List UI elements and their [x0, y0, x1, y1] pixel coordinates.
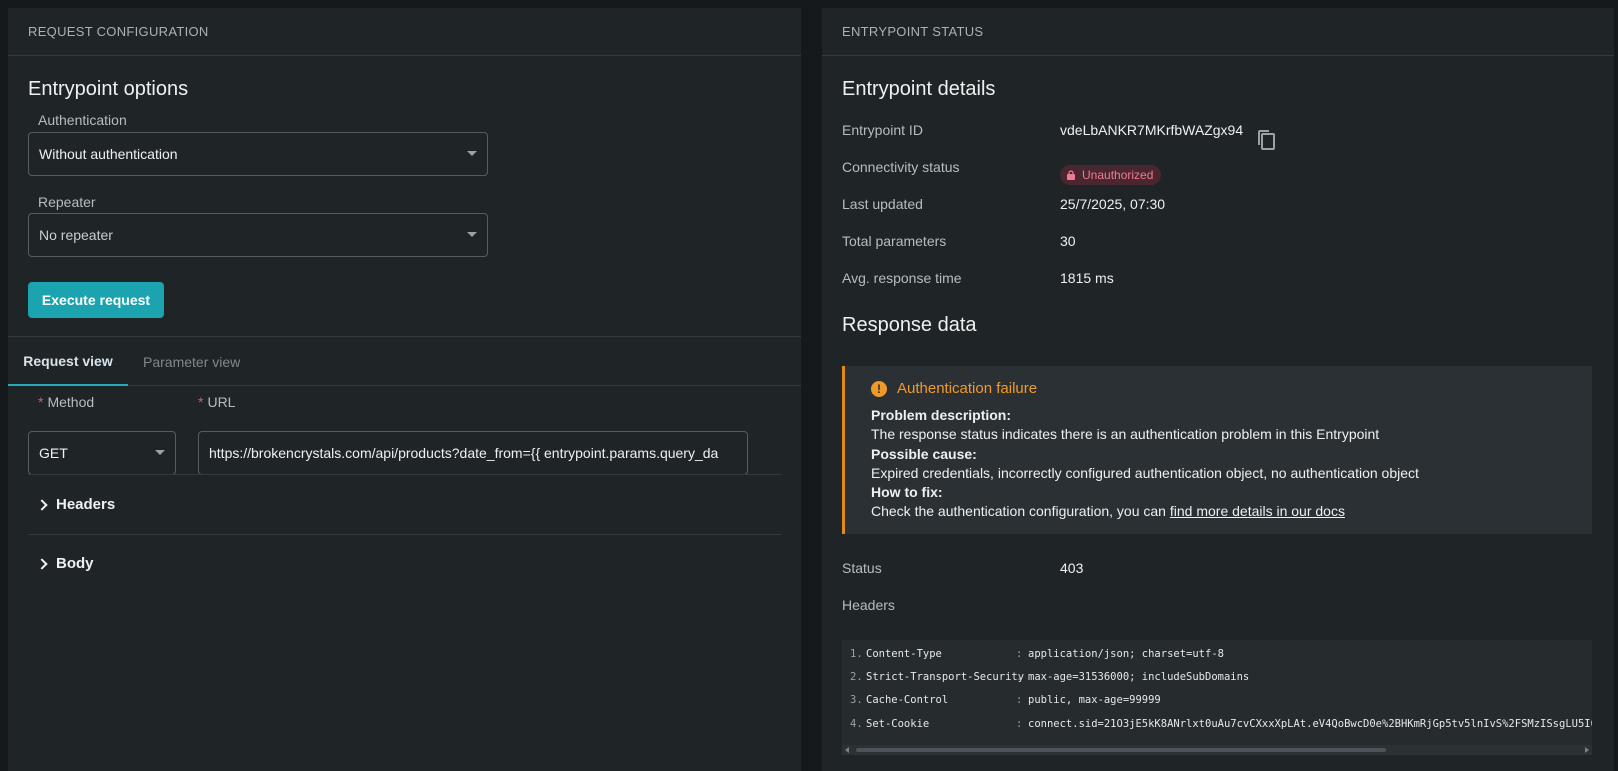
docs-link[interactable]: find more details in our docs [1170, 503, 1345, 519]
fix-line: Check the authentication configuration, … [871, 503, 1345, 519]
required-mark: * [198, 394, 204, 410]
header-value: application/json; charset=utf-8 [1028, 648, 1224, 660]
chevron-down-icon [155, 450, 165, 455]
body-section-label: Body [56, 555, 94, 572]
headers-section-label: Headers [56, 496, 116, 513]
scrollbar-thumb[interactable] [856, 748, 1386, 752]
response-headers-code[interactable]: 1. Content-Type : application/json; char… [842, 640, 1592, 755]
header-value: max-age=31536000; includeSubDomains [1028, 671, 1250, 683]
fix-text: Check the authentication configuration, … [871, 503, 1170, 519]
body-expander[interactable]: Body [36, 555, 94, 572]
method-value: GET [39, 445, 68, 461]
fix-label: How to fix: [871, 484, 943, 500]
problem-text: The response status indicates there is a… [871, 426, 1380, 442]
entrypoint-id-key: Entrypoint ID [842, 122, 923, 138]
chevron-down-icon [467, 232, 477, 237]
lock-icon [1067, 170, 1075, 180]
entrypoint-details-title: Entrypoint details [842, 78, 996, 100]
headers-label: Headers [842, 597, 895, 613]
header-row: 4. Set-Cookie : connect.sid=21O3jE5kK8AN… [850, 718, 1592, 734]
authentication-failure-alert: ! Authentication failure Problem descrip… [842, 366, 1592, 534]
problem-label: Problem description: [871, 407, 1012, 423]
divider [8, 336, 801, 337]
line-number: 4. [850, 718, 863, 730]
colon: : [1016, 648, 1023, 660]
cause-text: Expired credentials, incorrectly configu… [871, 465, 1419, 481]
repeater-value: No repeater [39, 227, 113, 243]
chevron-down-icon [467, 151, 477, 156]
line-number: 3. [850, 694, 863, 706]
avg-response-time-value: 1815 ms [1060, 270, 1114, 286]
method-select[interactable]: GET [28, 431, 176, 475]
header-key: Strict-Transport-Security [866, 671, 1025, 683]
connectivity-status-key: Connectivity status [842, 159, 960, 175]
header-value: public, max-age=99999 [1028, 694, 1161, 706]
authentication-label: Authentication [38, 112, 127, 128]
header-key: Cache-Control [866, 694, 949, 706]
last-updated-key: Last updated [842, 196, 923, 212]
method-label-text: Method [47, 394, 95, 410]
arrow-left-icon[interactable] [845, 747, 849, 753]
status-badge: Unauthorized [1060, 165, 1162, 185]
required-mark: * [38, 394, 44, 410]
headers-expander[interactable]: Headers [36, 496, 115, 513]
repeater-label: Repeater [38, 194, 96, 210]
total-parameters-value: 30 [1060, 233, 1076, 249]
entrypoint-options-title: Entrypoint options [28, 78, 189, 100]
header-value: connect.sid=21O3jE5kK8ANrlxt0uAu7cvCXxxX… [1028, 718, 1592, 730]
panel-header: REQUEST CONFIGURATION [8, 8, 801, 56]
url-label: * URL [198, 394, 235, 410]
entrypoint-status-panel: ENTRYPOINT STATUS Entrypoint details Ent… [822, 8, 1614, 771]
entrypoint-id-value: vdeLbANKR7MKrfbWAZgx94 [1060, 122, 1244, 138]
request-configuration-panel: REQUEST CONFIGURATION Entrypoint options… [8, 8, 801, 771]
horizontal-scrollbar[interactable] [842, 745, 1592, 755]
alert-title-text: Authentication failure [897, 380, 1038, 397]
divider [28, 474, 781, 475]
copy-icon[interactable] [1256, 129, 1276, 151]
colon: : [1016, 671, 1023, 683]
header-row: 3. Cache-Control : public, max-age=99999 [850, 694, 1161, 710]
arrow-right-icon[interactable] [1585, 747, 1589, 753]
colon: : [1016, 694, 1023, 706]
url-label-text: URL [207, 394, 236, 410]
execute-request-button[interactable]: Execute request [28, 282, 164, 318]
divider [28, 534, 781, 535]
panel-header: ENTRYPOINT STATUS [822, 8, 1614, 56]
avg-response-time-key: Avg. response time [842, 270, 962, 286]
tab-request-view[interactable]: Request view [8, 338, 128, 386]
colon: : [1016, 718, 1023, 730]
status-value: 403 [1060, 560, 1084, 576]
url-input[interactable]: https://brokencrystals.com/api/products?… [198, 431, 748, 475]
authentication-select[interactable]: Without authentication [28, 132, 488, 176]
status-badge-label: Unauthorized [1082, 168, 1154, 182]
cause-label: Possible cause: [871, 446, 977, 462]
alert-title: ! Authentication failure [871, 380, 1037, 397]
authentication-value: Without authentication [39, 146, 178, 162]
chevron-right-icon [36, 557, 48, 570]
header-key: Set-Cookie [866, 718, 930, 730]
status-key: Status [842, 560, 882, 576]
header-row: 1. Content-Type : application/json; char… [850, 648, 1224, 664]
line-number: 2. [850, 671, 863, 683]
method-label: * Method [38, 394, 94, 410]
header-key: Content-Type [866, 648, 942, 660]
last-updated-value: 25/7/2025, 07:30 [1060, 196, 1166, 212]
total-parameters-key: Total parameters [842, 233, 947, 249]
tab-parameter-view[interactable]: Parameter view [143, 338, 240, 386]
header-row: 2. Strict-Transport-Security : max-age=3… [850, 671, 1249, 687]
line-number: 1. [850, 648, 863, 660]
view-tabs: Request view Parameter view [8, 338, 801, 386]
repeater-select[interactable]: No repeater [28, 213, 488, 257]
warning-icon: ! [871, 380, 887, 397]
chevron-right-icon [36, 498, 48, 511]
response-data-title: Response data [842, 314, 977, 336]
